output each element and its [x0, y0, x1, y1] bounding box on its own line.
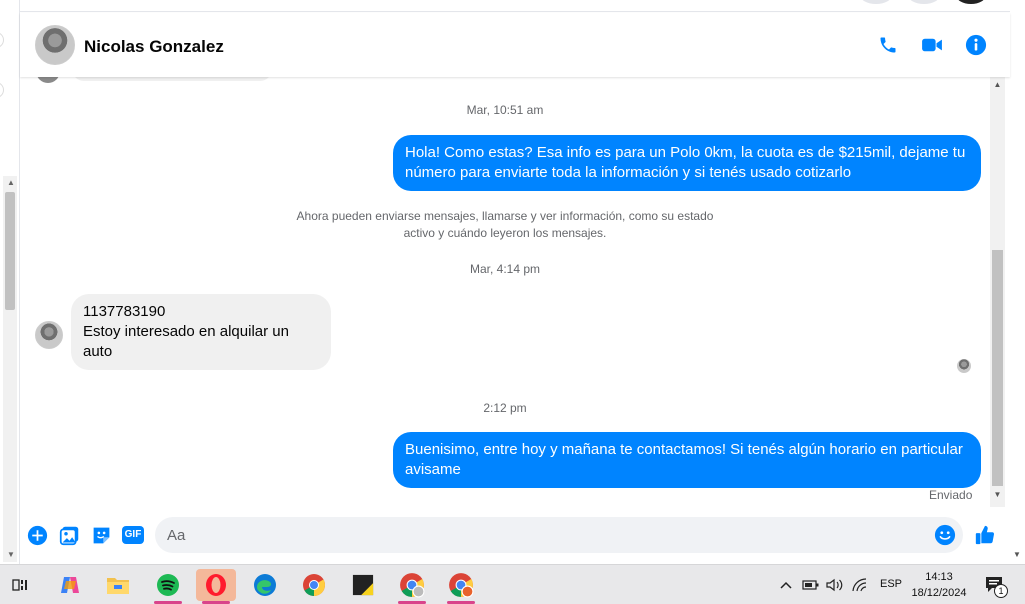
- scroll-down-icon[interactable]: ▼: [992, 490, 1003, 499]
- chevron-up-icon[interactable]: [776, 569, 796, 601]
- top-bar-residue: [20, 0, 1025, 12]
- notification-count: 1: [994, 584, 1008, 598]
- message-composer: GIF: [20, 507, 1010, 564]
- contact-avatar[interactable]: [35, 25, 75, 65]
- outgoing-message[interactable]: Hola! Como estas? Esa info es para un Po…: [393, 135, 981, 191]
- phone-icon[interactable]: [876, 33, 900, 57]
- chrome-profile-icon[interactable]: [392, 569, 432, 604]
- timestamp: 2:12 pm: [483, 401, 527, 415]
- incoming-message-line: Estoy interesado en alquilar un auto: [83, 323, 289, 360]
- message-list[interactable]: Mar, 10:51 am Hola! Como estas? Esa info…: [20, 77, 990, 507]
- like-icon[interactable]: [974, 524, 996, 546]
- sticker-icon[interactable]: [90, 524, 112, 546]
- timestamp: Mar, 10:51 am: [466, 103, 544, 117]
- opera-icon[interactable]: [196, 569, 236, 604]
- sticky-notes-icon[interactable]: [343, 569, 383, 601]
- outgoing-message[interactable]: Buenisimo, entre hoy y mañana te contact…: [393, 432, 981, 488]
- profile-avatar[interactable]: [956, 0, 986, 4]
- clock[interactable]: 14:13 18/12/2024: [900, 569, 978, 601]
- top-button[interactable]: [908, 0, 940, 4]
- left-scroll-up-icon[interactable]: ▲: [7, 178, 15, 187]
- message-status: Enviado: [929, 488, 973, 502]
- edge-icon[interactable]: [245, 569, 285, 601]
- gif-icon[interactable]: GIF: [121, 524, 145, 546]
- copilot-icon[interactable]: [50, 569, 90, 601]
- left-nav-circle[interactable]: [0, 32, 4, 48]
- top-button[interactable]: [860, 0, 892, 4]
- system-notice: Ahora pueden enviarse mensajes, llamarse…: [296, 209, 714, 240]
- incoming-message[interactable]: 1137783190 Estoy interesado en alquilar …: [71, 294, 331, 370]
- chat-scrollbar-thumb[interactable]: [992, 250, 1003, 486]
- plus-icon[interactable]: [26, 524, 48, 546]
- spotify-icon[interactable]: [148, 569, 188, 604]
- timestamp: Mar, 4:14 pm: [469, 262, 541, 276]
- left-nav-circle[interactable]: [0, 82, 4, 98]
- scroll-up-icon[interactable]: ▲: [992, 80, 1003, 89]
- file-explorer-icon[interactable]: [98, 569, 138, 601]
- incoming-message-line: 1137783190: [83, 303, 166, 320]
- battery-icon[interactable]: [800, 569, 822, 601]
- partial-avatar: [36, 77, 60, 83]
- gif-label: GIF: [121, 526, 145, 544]
- volume-icon[interactable]: [824, 569, 846, 601]
- notification-icon[interactable]: 1: [980, 569, 1010, 601]
- page-scrollbar[interactable]: ▼: [1010, 0, 1025, 564]
- wifi-icon[interactable]: [848, 569, 872, 601]
- video-call-icon[interactable]: [920, 33, 944, 57]
- left-page-strip: ▲ ▼: [0, 0, 20, 564]
- chrome-icon[interactable]: [294, 569, 334, 601]
- clock-date: 18/12/2024: [911, 587, 967, 599]
- info-icon[interactable]: [964, 33, 988, 57]
- contact-avatar-small[interactable]: [35, 321, 63, 349]
- left-scrollbar-thumb[interactable]: [5, 192, 15, 310]
- chrome-profile-icon[interactable]: [441, 569, 481, 604]
- message-input[interactable]: [155, 517, 963, 553]
- language-indicator[interactable]: ESP: [880, 578, 902, 590]
- seen-avatar: [957, 359, 971, 373]
- task-view-icon[interactable]: [0, 569, 40, 601]
- emoji-icon[interactable]: [934, 524, 956, 546]
- page-scroll-down-icon[interactable]: ▼: [1013, 550, 1021, 559]
- clock-time: 14:13: [925, 571, 953, 583]
- conversation-header: Nicolas Gonzalez: [20, 13, 1010, 77]
- image-icon[interactable]: [58, 524, 80, 546]
- contact-name[interactable]: Nicolas Gonzalez: [84, 37, 224, 57]
- left-scroll-down-icon[interactable]: ▼: [7, 550, 15, 559]
- partial-message-bubble: [72, 77, 272, 81]
- windows-taskbar: ESP 14:13 18/12/2024 1: [0, 564, 1025, 604]
